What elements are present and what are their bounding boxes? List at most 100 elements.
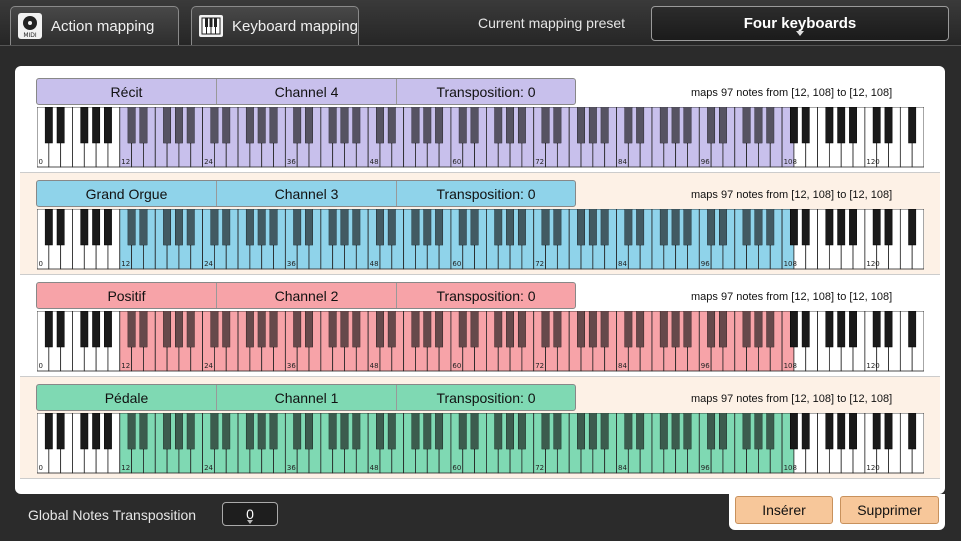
mapping-transposition[interactable]: Transposition: 0 — [397, 79, 575, 104]
black-key[interactable] — [80, 311, 89, 348]
black-key[interactable] — [56, 413, 65, 450]
black-key-highlight — [683, 413, 692, 449]
black-key[interactable] — [104, 107, 112, 144]
black-key[interactable] — [56, 209, 65, 246]
keyboard-grand-orgue[interactable]: 0 12 24 36 48 60 72 84 96 108 120 — [37, 209, 924, 270]
black-key[interactable] — [92, 311, 101, 348]
mapping-header[interactable]: Récit Channel 4 Transposition: 0 — [36, 78, 576, 105]
black-key[interactable] — [908, 311, 917, 348]
black-key[interactable] — [825, 107, 834, 144]
black-key-highlight — [340, 209, 349, 245]
black-key[interactable] — [884, 107, 893, 144]
black-key-highlight — [707, 311, 715, 347]
black-key[interactable] — [908, 209, 917, 246]
black-key[interactable] — [801, 311, 810, 348]
mapping-transposition[interactable]: Transposition: 0 — [397, 181, 575, 206]
black-key[interactable] — [44, 311, 53, 348]
black-key[interactable] — [104, 413, 112, 450]
black-key-highlight — [553, 413, 562, 449]
tab-action-mapping[interactable]: MIDI Action mapping — [10, 6, 179, 45]
black-key[interactable] — [801, 413, 810, 450]
mapping-name[interactable]: Grand Orgue — [37, 181, 217, 206]
black-key[interactable] — [908, 413, 917, 450]
black-key[interactable] — [801, 209, 810, 246]
black-key[interactable] — [849, 209, 857, 246]
global-transposition-field[interactable]: 0 — [222, 502, 278, 526]
black-key[interactable] — [92, 107, 101, 144]
mapping-row: Positif Channel 2 Transposition: 0 maps … — [20, 275, 940, 377]
black-key[interactable] — [849, 107, 857, 144]
mapping-transposition[interactable]: Transposition: 0 — [397, 385, 575, 410]
black-key[interactable] — [80, 107, 89, 144]
black-key[interactable] — [92, 209, 101, 246]
black-key[interactable] — [80, 209, 89, 246]
black-key-highlight — [660, 107, 668, 143]
black-key[interactable] — [789, 311, 798, 348]
preset-dropdown[interactable]: Four keyboards — [651, 6, 949, 41]
black-key[interactable] — [825, 311, 834, 348]
black-key[interactable] — [837, 107, 846, 144]
black-key[interactable] — [908, 107, 917, 144]
black-key[interactable] — [789, 209, 798, 246]
insert-button[interactable]: Insérer — [735, 496, 833, 524]
mapping-channel[interactable]: Channel 3 — [217, 181, 397, 206]
note-tick-label: 120 — [866, 464, 879, 472]
tab-keyboard-mapping[interactable]: Keyboard mapping — [191, 6, 359, 45]
black-key[interactable] — [44, 107, 53, 144]
note-tick-label: 72 — [535, 260, 544, 268]
black-key[interactable] — [872, 209, 881, 246]
black-key[interactable] — [872, 311, 881, 348]
keyboard-positif[interactable]: 0 12 24 36 48 60 72 84 96 108 120 — [37, 311, 924, 372]
black-key[interactable] — [789, 107, 798, 144]
mapping-name[interactable]: Pédale — [37, 385, 217, 410]
black-key[interactable] — [801, 107, 810, 144]
black-key-highlight — [707, 209, 715, 245]
black-key-highlight — [707, 413, 715, 449]
black-key[interactable] — [44, 209, 53, 246]
mapping-name[interactable]: Récit — [37, 79, 217, 104]
note-tick-label: 12 — [121, 362, 130, 370]
mapping-transposition[interactable]: Transposition: 0 — [397, 283, 575, 308]
black-key-highlight — [139, 107, 148, 143]
black-key[interactable] — [837, 209, 846, 246]
black-key[interactable] — [825, 413, 834, 450]
mapping-channel[interactable]: Channel 4 — [217, 79, 397, 104]
black-key[interactable] — [837, 413, 846, 450]
black-key[interactable] — [872, 107, 881, 144]
black-key[interactable] — [104, 209, 112, 246]
mapping-channel[interactable]: Channel 1 — [217, 385, 397, 410]
mapping-header[interactable]: Positif Channel 2 Transposition: 0 — [36, 282, 576, 309]
black-key-highlight — [506, 107, 514, 143]
black-key[interactable] — [80, 413, 89, 450]
black-key-highlight — [340, 107, 349, 143]
black-key[interactable] — [849, 311, 857, 348]
black-key[interactable] — [104, 311, 112, 348]
mapping-name[interactable]: Positif — [37, 283, 217, 308]
mapping-panel: Récit Channel 4 Transposition: 0 maps 97… — [15, 66, 945, 494]
black-key[interactable] — [884, 209, 893, 246]
black-key[interactable] — [56, 107, 65, 144]
black-key[interactable] — [884, 311, 893, 348]
black-key-highlight — [494, 209, 502, 245]
mapping-header[interactable]: Pédale Channel 1 Transposition: 0 — [36, 384, 576, 411]
mapping-channel[interactable]: Channel 2 — [217, 283, 397, 308]
delete-button[interactable]: Supprimer — [840, 496, 939, 524]
black-key[interactable] — [44, 413, 53, 450]
note-tick-label: 108 — [784, 158, 797, 166]
black-key[interactable] — [789, 413, 798, 450]
black-key[interactable] — [872, 413, 881, 450]
black-key[interactable] — [849, 413, 857, 450]
black-key-highlight — [210, 311, 219, 347]
black-key[interactable] — [884, 413, 893, 450]
black-key[interactable] — [837, 311, 846, 348]
black-key-highlight — [671, 413, 680, 449]
keyboard-pedale[interactable]: 0 12 24 36 48 60 72 84 96 108 120 — [37, 413, 924, 474]
black-key-highlight — [352, 107, 360, 143]
black-key[interactable] — [825, 209, 834, 246]
keyboard-recit[interactable]: 0 12 24 36 48 60 72 84 96 108 120 — [37, 107, 924, 168]
black-key[interactable] — [92, 413, 101, 450]
black-key-highlight — [553, 311, 562, 347]
black-key-highlight — [754, 209, 763, 245]
mapping-header[interactable]: Grand Orgue Channel 3 Transposition: 0 — [36, 180, 576, 207]
black-key[interactable] — [56, 311, 65, 348]
